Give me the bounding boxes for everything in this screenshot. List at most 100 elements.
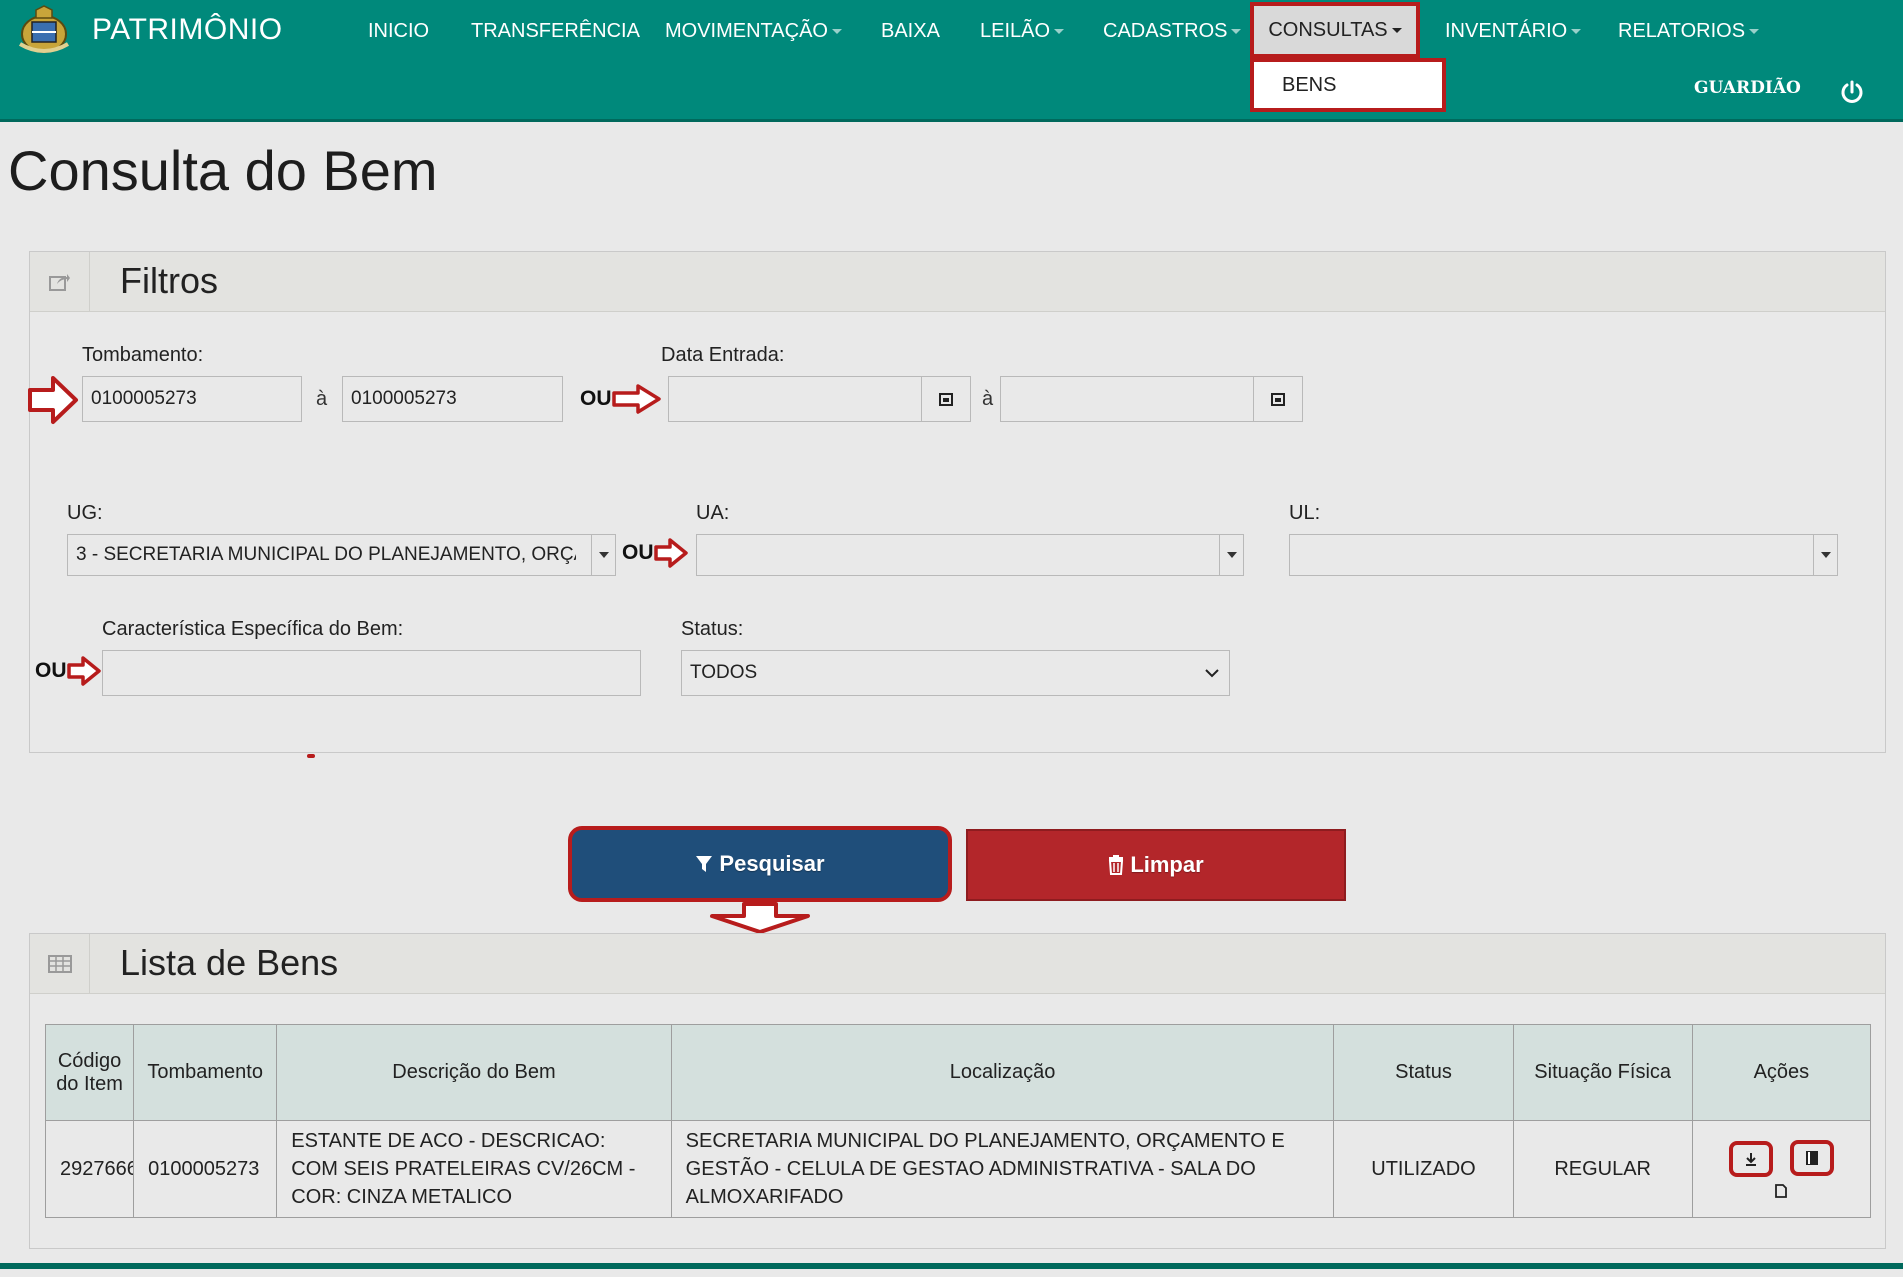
logo-crest-icon <box>18 5 70 53</box>
filters-panel-header: Filtros <box>30 252 1885 312</box>
file-button[interactable] <box>1693 1181 1870 1204</box>
ul-select[interactable] <box>1289 534 1838 576</box>
filter-icon <box>696 856 713 872</box>
range-separator: à <box>982 388 994 410</box>
user-name[interactable]: GUARDIÃO <box>1694 78 1801 98</box>
column-header[interactable]: Tombamento <box>133 1024 278 1121</box>
cell-codigo: 2927666 <box>44 1120 135 1218</box>
ug-select-arrow[interactable] <box>591 534 615 576</box>
column-header[interactable]: Descrição do Bem <box>276 1024 672 1121</box>
chevron-down-icon <box>831 29 842 34</box>
column-header[interactable]: Código do Item <box>44 1024 135 1121</box>
results-panel-header: Lista de Bens <box>30 934 1885 994</box>
cell-situacao: REGULAR <box>1512 1120 1693 1218</box>
nav-relatorios[interactable]: RELATORIOS <box>1618 20 1760 43</box>
tombamento-label: Tombamento: <box>82 344 204 366</box>
chevron-down-icon <box>598 552 609 558</box>
ug-select[interactable]: 3 - SECRETARIA MUNICIPAL DO PLANEJAMENTO… <box>67 534 616 576</box>
brand[interactable]: PATRIMÔNIO <box>14 4 283 56</box>
caracteristica-input[interactable] <box>102 650 641 696</box>
calendar-button[interactable] <box>1253 376 1303 422</box>
data-from-input[interactable] <box>668 376 922 422</box>
table-row[interactable]: 2927666 0100005273 ESTANTE DE ACO - DESC… <box>44 1120 1872 1218</box>
or-label: OU <box>35 656 101 686</box>
arrow-down-icon <box>710 902 810 934</box>
table-icon <box>47 954 72 973</box>
cell-actions <box>1691 1120 1872 1218</box>
nav-transferencia[interactable]: TRANSFERÊNCIA <box>471 20 640 43</box>
arrow-right-icon <box>611 384 661 414</box>
nav-consultas[interactable]: CONSULTAS <box>1250 2 1420 58</box>
search-button[interactable]: Pesquisar <box>568 826 952 902</box>
calendar-icon <box>939 393 953 406</box>
tombamento-to-input[interactable]: 0100005273 <box>342 376 563 422</box>
column-header[interactable]: Localização <box>670 1024 1335 1121</box>
or-label: OU <box>580 384 662 414</box>
cell-descricao: ESTANTE DE ACO - DESCRICAO: COM SEIS PRA… <box>276 1120 672 1218</box>
download-button[interactable] <box>1728 1141 1773 1177</box>
nav-inicio[interactable]: INICIO <box>368 20 429 43</box>
share-icon-box <box>30 252 90 311</box>
or-text: OU <box>580 387 612 410</box>
dropdown-item-bens[interactable]: BENS <box>1250 58 1446 112</box>
arrow-right-icon <box>66 656 101 686</box>
chevron-down-icon <box>1054 29 1065 34</box>
filters-panel: Filtros Tombamento: 0100005273 à 0100005… <box>28 251 1886 753</box>
range-separator: à <box>316 388 328 410</box>
calendar-button[interactable] <box>921 376 971 422</box>
chevron-down-icon <box>1231 29 1242 34</box>
tombamento-from-input[interactable]: 0100005273 <box>82 376 302 422</box>
filters-title: Filtros <box>120 260 218 301</box>
nav-inventario[interactable]: INVENTÁRIO <box>1445 20 1582 43</box>
table-header-row: Código do Item Tombamento Descrição do B… <box>44 1024 1872 1121</box>
book-button[interactable] <box>1790 1140 1835 1176</box>
table-icon-box <box>30 934 90 993</box>
or-text: OU <box>35 659 67 682</box>
results-title: Lista de Bens <box>120 942 339 983</box>
caracteristica-label: Característica Específica do Bem: <box>102 618 404 640</box>
status-select[interactable]: TODOS <box>681 650 1230 696</box>
results-table: Código do Item Tombamento Descrição do B… <box>44 1024 1872 1218</box>
arrow-right-icon <box>28 376 78 424</box>
page-title: Consulta do Bem <box>8 139 438 202</box>
footer-bar <box>0 1263 1903 1269</box>
download-icon <box>1745 1153 1756 1166</box>
nav-movimentacao[interactable]: MOVIMENTAÇÃO <box>665 20 842 43</box>
cell-tombamento: 0100005273 <box>133 1120 278 1218</box>
top-navbar: PATRIMÔNIO INICIO TRANSFERÊNCIA MOVIMENT… <box>0 0 1903 122</box>
column-header[interactable]: Situação Física <box>1512 1024 1693 1121</box>
cell-localizacao: SECRETARIA MUNICIPAL DO PLANEJAMENTO, OR… <box>670 1120 1335 1218</box>
ua-select[interactable] <box>696 534 1244 576</box>
data-entrada-label: Data Entrada: <box>661 344 785 366</box>
chevron-down-icon <box>1226 552 1237 558</box>
nav-cadastros[interactable]: CADASTROS <box>1103 20 1242 43</box>
chevron-down-icon <box>1749 29 1760 34</box>
ul-select-arrow[interactable] <box>1813 534 1837 576</box>
chevron-down-icon <box>1571 29 1582 34</box>
decorative-dot <box>307 754 315 758</box>
nav-baixa[interactable]: BAIXA <box>881 20 940 43</box>
book-icon <box>1806 1151 1819 1165</box>
data-to-input[interactable] <box>1000 376 1254 422</box>
or-label: OU <box>622 538 688 568</box>
clear-button[interactable]: Limpar <box>966 829 1346 901</box>
search-button-label: Pesquisar <box>719 851 825 876</box>
column-header[interactable]: Status <box>1333 1024 1514 1121</box>
share-icon <box>48 273 70 291</box>
file-icon <box>1775 1184 1788 1198</box>
or-text: OU <box>622 541 654 564</box>
chevron-down-icon <box>1820 552 1831 558</box>
status-selected-value: TODOS <box>690 662 758 683</box>
ua-label: UA: <box>696 502 730 524</box>
nav-leilao[interactable]: LEILÃO <box>980 20 1065 43</box>
cell-status: UTILIZADO <box>1333 1120 1514 1218</box>
calendar-icon <box>1271 393 1285 406</box>
chevron-down-icon <box>1205 669 1219 678</box>
clear-button-label: Limpar <box>1130 852 1204 877</box>
actions-group <box>1693 1140 1870 1177</box>
power-icon[interactable] <box>1840 80 1864 104</box>
arrow-right-icon <box>653 538 688 568</box>
brand-title: PATRIMÔNIO <box>92 13 283 46</box>
status-label: Status: <box>681 618 744 640</box>
ua-select-arrow[interactable] <box>1219 534 1243 576</box>
